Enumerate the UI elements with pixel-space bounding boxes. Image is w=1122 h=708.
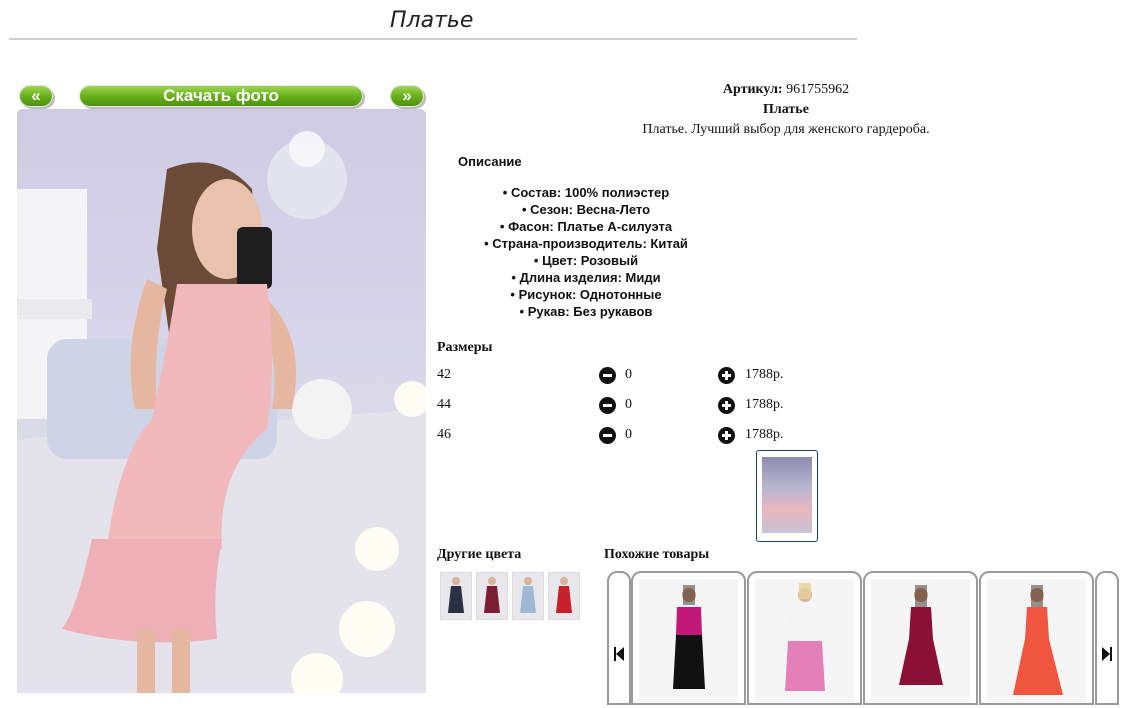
prev-photo-button[interactable]: « bbox=[19, 85, 53, 107]
feature-item: • Рисунок: Однотонные bbox=[510, 287, 662, 302]
sizes-heading: Размеры bbox=[437, 340, 493, 355]
feature-item: • Сезон: Весна-Лето bbox=[521, 202, 651, 217]
size-label: 44 bbox=[437, 397, 451, 412]
main-product-photo[interactable] bbox=[17, 109, 426, 693]
price-value: 1788р. bbox=[745, 427, 784, 442]
price-value: 1788р. bbox=[745, 367, 784, 382]
product-photo-illustration bbox=[17, 131, 426, 693]
download-photo-button[interactable]: Скачать фото bbox=[79, 85, 363, 107]
other-color-thumbnail[interactable] bbox=[548, 572, 580, 620]
qty-value: 0 bbox=[625, 397, 632, 412]
decrease-qty-icon[interactable] bbox=[599, 367, 616, 384]
qty-value: 0 bbox=[625, 427, 632, 442]
feature-item: • Страна-производитель: Китай bbox=[484, 236, 688, 251]
thumbnail-image bbox=[762, 457, 812, 533]
similar-product-card[interactable] bbox=[863, 571, 978, 705]
size-label: 42 bbox=[437, 367, 451, 382]
similar-products-heading: Похожие товары bbox=[604, 547, 710, 562]
increase-qty-icon[interactable] bbox=[718, 427, 735, 444]
feature-item: • Длина изделия: Миди bbox=[511, 270, 661, 285]
other-color-thumbnail[interactable] bbox=[476, 572, 508, 620]
size-label: 46 bbox=[437, 427, 451, 442]
increase-qty-icon[interactable] bbox=[718, 367, 735, 384]
title-divider bbox=[9, 38, 857, 40]
page-title: Платье bbox=[390, 8, 474, 33]
description-heading: Описание bbox=[458, 154, 522, 169]
skip-back-icon bbox=[614, 647, 624, 661]
feature-item: • Цвет: Розовый bbox=[533, 253, 639, 268]
other-colors-heading: Другие цвета bbox=[437, 547, 522, 562]
selected-photo-thumbnail[interactable] bbox=[756, 450, 818, 542]
skip-forward-icon bbox=[1102, 647, 1112, 661]
size-row: 46 0 1788р. bbox=[437, 427, 837, 447]
feature-item: • Фасон: Платье А-силуэта bbox=[499, 219, 673, 234]
qty-value: 0 bbox=[625, 367, 632, 382]
articul-value: 961755962 bbox=[786, 82, 850, 97]
carousel-next-button[interactable] bbox=[1095, 571, 1119, 705]
similar-product-card[interactable] bbox=[747, 571, 862, 705]
articul-label: Артикул: bbox=[722, 82, 783, 97]
feature-item: • Состав: 100% полиэстер bbox=[502, 185, 670, 200]
other-color-thumbnail[interactable] bbox=[512, 572, 544, 620]
next-photo-button[interactable]: » bbox=[390, 85, 424, 107]
increase-qty-icon[interactable] bbox=[718, 397, 735, 414]
size-row: 42 0 1788р. bbox=[437, 367, 837, 387]
product-short-description: Платье. Лучший выбор для женского гардер… bbox=[642, 122, 930, 137]
other-color-thumbnail[interactable] bbox=[440, 572, 472, 620]
price-value: 1788р. bbox=[745, 397, 784, 412]
carousel-prev-button[interactable] bbox=[607, 571, 631, 705]
similar-product-card[interactable] bbox=[979, 571, 1094, 705]
decrease-qty-icon[interactable] bbox=[599, 397, 616, 414]
product-name: Платье bbox=[763, 102, 809, 117]
similar-product-card[interactable] bbox=[631, 571, 746, 705]
decrease-qty-icon[interactable] bbox=[599, 427, 616, 444]
size-row: 44 0 1788р. bbox=[437, 397, 837, 417]
feature-item: • Рукав: Без рукавов bbox=[519, 304, 653, 319]
feature-list: • Состав: 100% полиэстер • Сезон: Весна-… bbox=[440, 184, 732, 320]
articul-line: Артикул: 961755962 bbox=[440, 82, 1122, 98]
